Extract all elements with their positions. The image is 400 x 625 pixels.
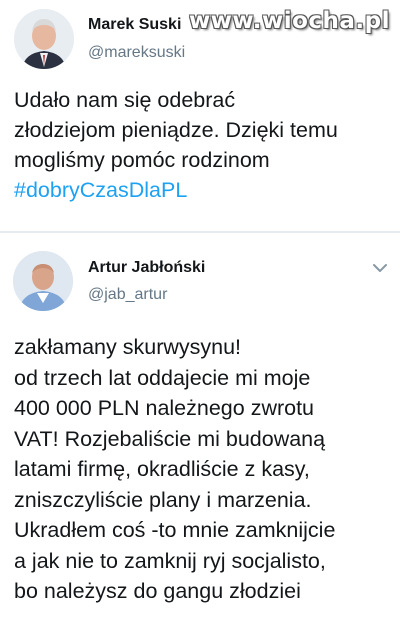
tweet-text: Udało nam się odebrać złodziejom pieniąd… xyxy=(14,85,386,205)
tweet-1: Marek Suski @mareksuski Udało nam się od… xyxy=(0,0,400,232)
tweet-2: Artur Jabłoński @jab_artur zakłamany sku… xyxy=(0,234,400,625)
author-name[interactable]: Marek Suski xyxy=(88,16,181,34)
author-handle[interactable]: @jab_artur xyxy=(88,286,167,304)
avatar-photo xyxy=(14,9,74,69)
chevron-down-icon[interactable] xyxy=(372,262,388,274)
watermark: www.wiocha.pl xyxy=(188,8,390,34)
author-name[interactable]: Artur Jabłoński xyxy=(88,259,205,277)
avatar-photo xyxy=(13,251,73,311)
tweet-text-line: złodziejom pieniądze. Dzięki temu xyxy=(14,118,338,142)
hashtag-link[interactable]: #dobryCzasDlaPL xyxy=(14,178,187,202)
avatar[interactable] xyxy=(14,9,74,69)
author-handle[interactable]: @mareksuski xyxy=(88,44,185,62)
tweet-text: zakłamany skurwysynu! od trzech lat odda… xyxy=(14,335,336,603)
tweet-divider xyxy=(0,231,400,233)
tweet-text-line: Udało nam się odebrać xyxy=(14,88,236,112)
avatar[interactable] xyxy=(13,251,73,311)
tweet-text-line: mogliśmy pomóc rodzinom xyxy=(14,148,270,172)
